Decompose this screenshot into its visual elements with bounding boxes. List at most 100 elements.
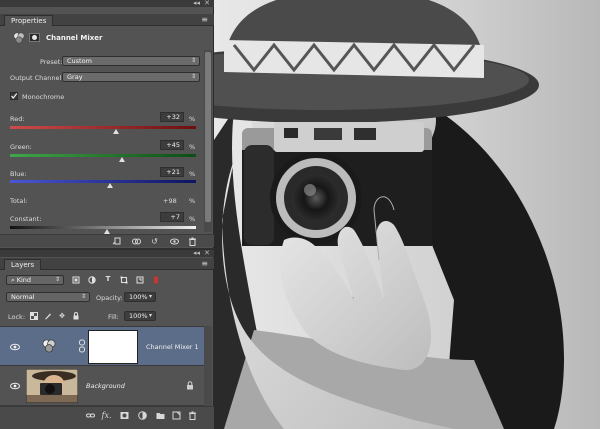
panel-dock: ◂◂ ✕ Properties ≡ Channel Mixer Preset: … xyxy=(0,0,214,429)
constant-label: Constant: xyxy=(10,215,42,223)
layers-tabbar: Layers ≡ xyxy=(0,258,214,270)
output-channel-value: Gray xyxy=(67,73,83,81)
close-icon[interactable]: ✕ xyxy=(204,249,210,257)
layer-mask-thumbnail[interactable] xyxy=(88,330,138,364)
total-unit: % xyxy=(189,197,196,205)
smart-object-filter-icon[interactable] xyxy=(136,276,144,284)
monochrome-label: Monochrome xyxy=(22,93,65,101)
layer-row-background[interactable]: Background xyxy=(0,366,204,406)
output-channel-label: Output Channel: xyxy=(10,74,64,82)
lock-image-pixels-icon[interactable] xyxy=(44,312,52,320)
view-previous-state-icon[interactable] xyxy=(132,237,141,246)
lock-label: Lock: xyxy=(8,313,26,321)
lock-transparent-pixels-icon[interactable] xyxy=(30,312,38,320)
lock-icon xyxy=(187,381,193,390)
new-adjustment-layer-icon[interactable] xyxy=(138,411,147,420)
properties-footer: ↺ xyxy=(0,234,214,247)
eye-visibility-icon[interactable] xyxy=(10,343,20,351)
pixel-layer-filter-icon[interactable] xyxy=(72,276,80,284)
blue-slider-track[interactable] xyxy=(10,180,196,183)
filter-toggle-icon[interactable] xyxy=(152,276,160,284)
tab-properties[interactable]: Properties xyxy=(4,15,54,26)
collapse-icon[interactable]: ◂◂ xyxy=(193,0,200,7)
layers-footer: fx. xyxy=(0,406,214,429)
document-canvas[interactable] xyxy=(214,0,600,429)
properties-title: Channel Mixer xyxy=(46,34,103,42)
lock-position-icon[interactable]: ✥ xyxy=(58,312,66,320)
mask-link-icon[interactable] xyxy=(78,339,86,353)
visibility-icon[interactable] xyxy=(170,237,179,246)
total-value: +98 xyxy=(163,197,177,205)
red-label: Red: xyxy=(10,115,25,123)
green-value-field[interactable]: +45 xyxy=(160,140,184,150)
layer-name[interactable]: Channel Mixer 1 xyxy=(146,343,199,351)
lock-all-icon[interactable] xyxy=(72,312,80,320)
fill-value: 100% xyxy=(129,312,148,320)
filter-kind-value: Kind xyxy=(16,276,32,284)
constant-value-field[interactable]: +7 xyxy=(160,212,184,222)
red-unit: % xyxy=(189,115,196,123)
type-layer-filter-icon[interactable]: T xyxy=(104,275,112,283)
clip-to-layer-icon[interactable] xyxy=(112,237,121,246)
red-slider-thumb[interactable] xyxy=(113,129,120,134)
blue-label: Blue: xyxy=(10,170,27,178)
shape-layer-filter-icon[interactable] xyxy=(120,276,128,284)
new-group-icon[interactable] xyxy=(156,411,165,420)
green-slider-thumb[interactable] xyxy=(118,157,125,162)
properties-header: Channel Mixer xyxy=(0,27,214,49)
panel-menu-icon[interactable]: ≡ xyxy=(201,258,208,269)
background-layer-thumbnail[interactable] xyxy=(26,369,78,403)
blue-slider-thumb[interactable] xyxy=(107,183,114,188)
opacity-value: 100% xyxy=(129,293,148,301)
green-label: Green: xyxy=(10,143,32,151)
red-slider-track[interactable] xyxy=(10,126,196,129)
chevron-updown-icon: ⇕ xyxy=(190,57,196,64)
new-layer-icon[interactable] xyxy=(172,411,181,420)
channel-mixer-icon xyxy=(13,32,25,44)
output-channel-select[interactable]: Gray ⇕ xyxy=(62,72,200,82)
layer-style-fx-icon[interactable]: fx. xyxy=(102,411,112,420)
add-mask-icon[interactable] xyxy=(120,411,129,420)
red-value-field[interactable]: +32 xyxy=(160,112,184,122)
layers-scrollbar[interactable] xyxy=(204,326,212,406)
properties-scroll-knob[interactable] xyxy=(205,52,211,222)
chevron-down-icon[interactable]: ▾ xyxy=(149,293,152,301)
opacity-field[interactable]: 100% ▾ xyxy=(124,292,156,302)
fill-label: Fill: xyxy=(108,313,119,321)
photo-image xyxy=(214,0,600,429)
collapse-icon[interactable]: ◂◂ xyxy=(193,249,200,257)
blue-value-field[interactable]: +21 xyxy=(160,167,184,177)
channel-mixer-adjustment-icon xyxy=(42,339,56,353)
fill-field[interactable]: 100% ▾ xyxy=(124,311,156,321)
blend-mode-value: Normal xyxy=(11,293,35,301)
eye-visibility-icon[interactable] xyxy=(10,382,20,390)
opacity-label: Opacity: xyxy=(96,294,123,302)
preset-select[interactable]: Custom ⇕ xyxy=(62,56,200,66)
chevron-down-icon[interactable]: ▾ xyxy=(149,312,152,320)
blend-mode-select[interactable]: Normal ⇕ xyxy=(6,292,90,302)
panel-menu-icon[interactable]: ≡ xyxy=(201,14,208,25)
layer-row-channel-mixer-1[interactable]: Channel Mixer 1 xyxy=(0,326,204,366)
properties-scrollbar[interactable] xyxy=(204,50,212,232)
chevron-updown-icon: ⇕ xyxy=(190,73,196,80)
preset-label: Preset: xyxy=(40,58,63,66)
filter-kind-select[interactable]: ⌕ Kind ⇕ xyxy=(6,275,64,285)
dock-top-strip: ◂◂ ✕ xyxy=(0,0,214,7)
close-icon[interactable]: ✕ xyxy=(204,0,210,7)
link-layers-icon[interactable] xyxy=(86,411,95,420)
green-unit: % xyxy=(189,143,196,151)
preset-value: Custom xyxy=(67,57,92,65)
green-slider-track[interactable] xyxy=(10,154,196,157)
layers-top-strip: ◂◂ ✕ xyxy=(0,249,214,257)
monochrome-checkbox[interactable] xyxy=(10,92,18,100)
total-label: Total: xyxy=(10,197,28,205)
tab-layers[interactable]: Layers xyxy=(4,259,42,270)
reset-icon[interactable]: ↺ xyxy=(150,237,159,246)
delete-icon[interactable] xyxy=(188,237,197,246)
layer-name[interactable]: Background xyxy=(86,382,125,390)
constant-unit: % xyxy=(189,215,196,223)
layer-mask-icon[interactable] xyxy=(29,33,40,42)
delete-layer-icon[interactable] xyxy=(188,411,197,420)
adjustment-layer-filter-icon[interactable] xyxy=(88,276,96,284)
chevron-updown-icon: ⇕ xyxy=(80,293,86,300)
